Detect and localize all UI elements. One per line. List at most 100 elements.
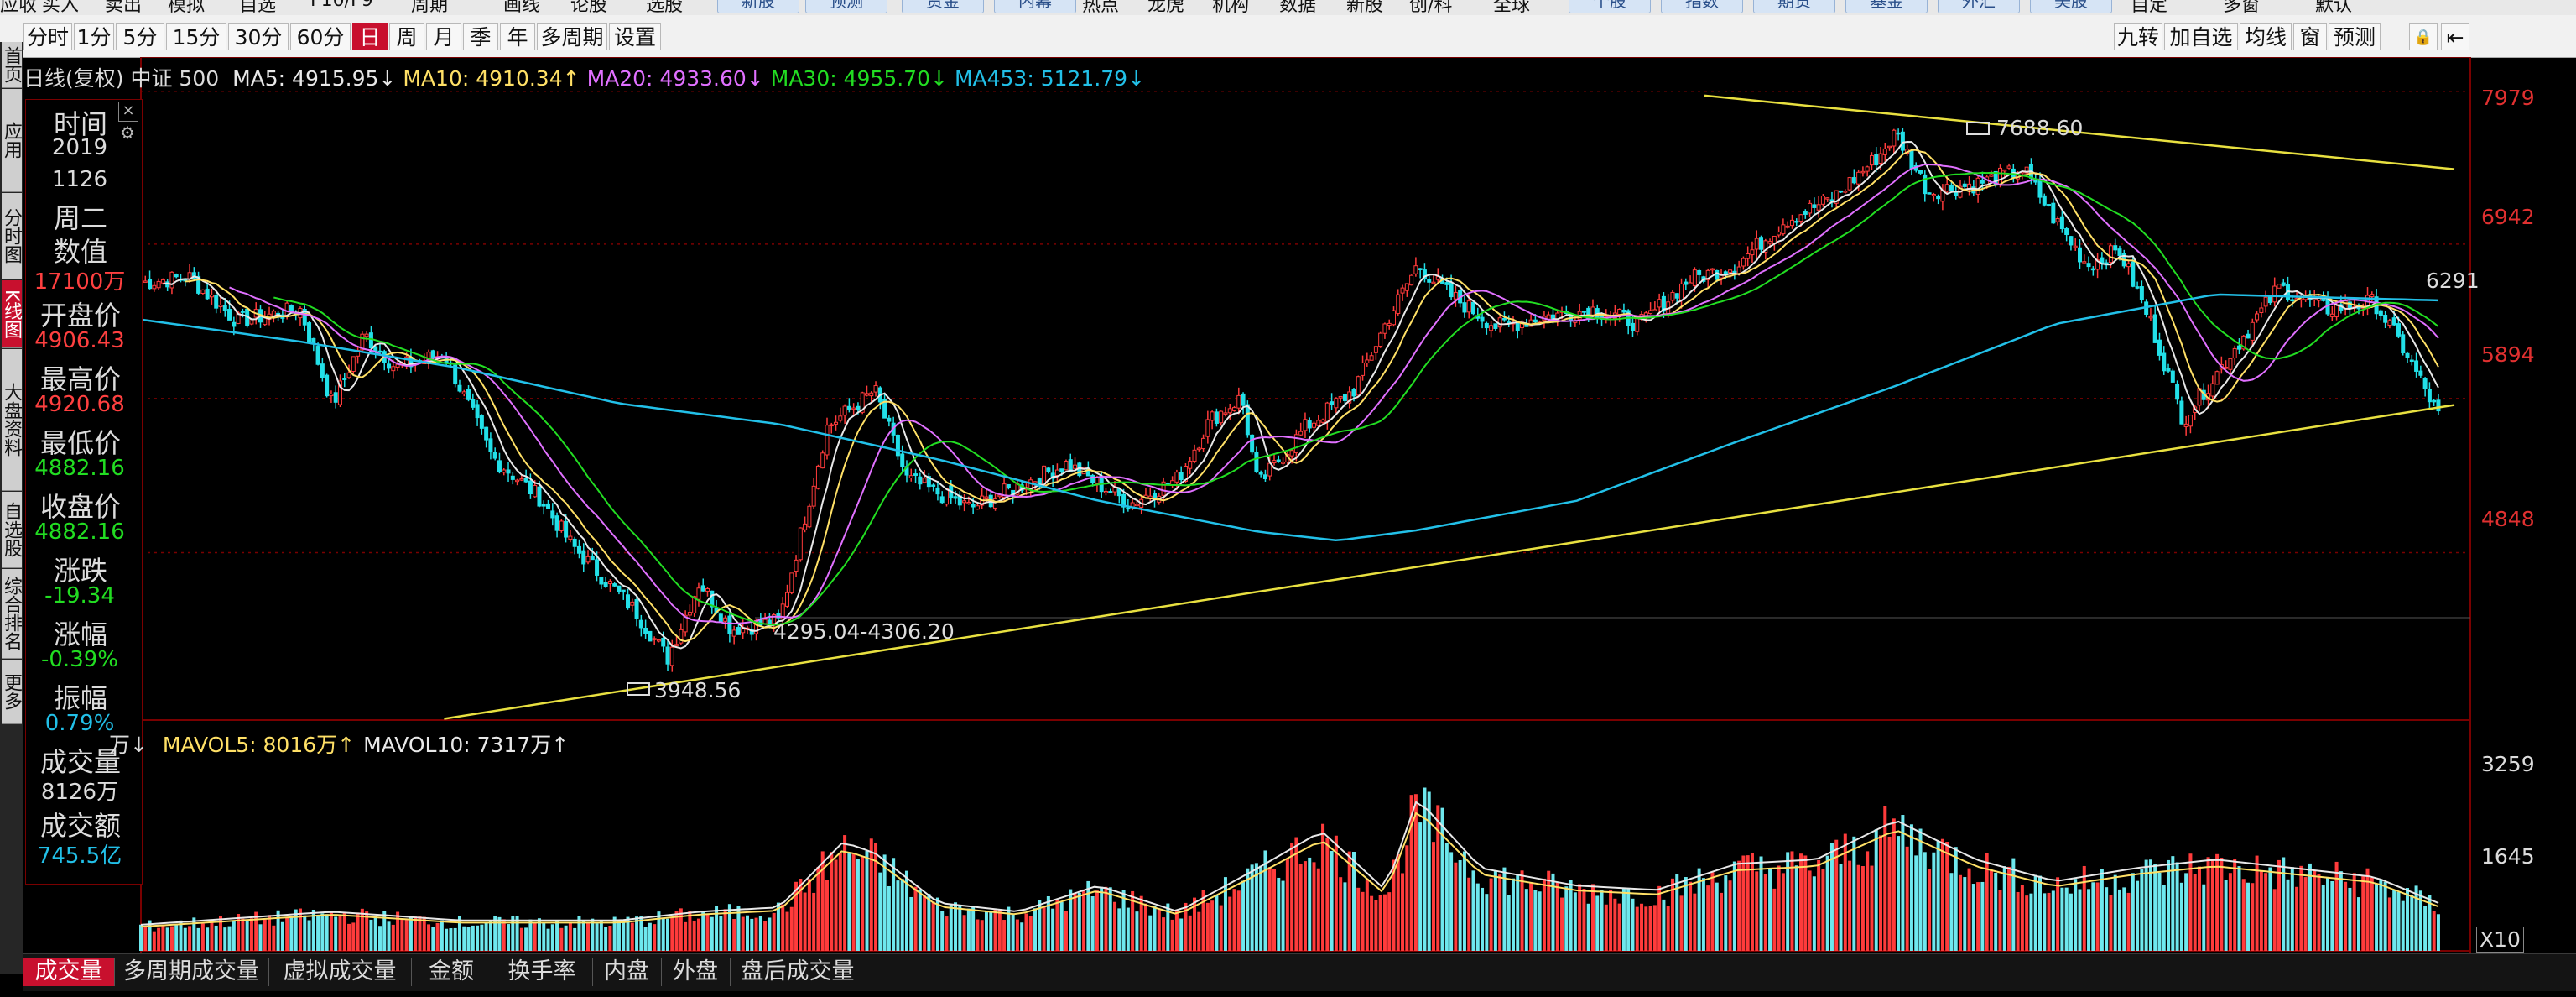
candle-body bbox=[2214, 371, 2220, 385]
top-menu-item-10[interactable]: 热点 bbox=[1082, 0, 1119, 15]
bottom-tab-7[interactable]: 盘后成交量 bbox=[730, 958, 866, 986]
top-menu-item-7[interactable]: 画线 bbox=[503, 0, 540, 15]
volume-bar bbox=[980, 920, 984, 951]
top-menu-item-9[interactable]: 选股 bbox=[646, 0, 683, 15]
volume-bar bbox=[237, 914, 241, 951]
top-menu-item-1[interactable]: 买入 bbox=[42, 0, 79, 15]
candle-body bbox=[2259, 307, 2264, 313]
period-tab-1[interactable]: 1分 bbox=[74, 23, 114, 50]
toolbar-tool-2[interactable]: 均线 bbox=[2240, 23, 2292, 50]
candle-body bbox=[1493, 323, 1498, 329]
volume-bar bbox=[945, 916, 949, 951]
lock-icon[interactable]: 🔒 bbox=[2409, 23, 2438, 50]
candle-body bbox=[148, 279, 153, 290]
period-tab-7[interactable]: 周 bbox=[389, 23, 424, 50]
candle-body bbox=[2290, 299, 2295, 302]
top-menu-item-19[interactable]: 默认 bbox=[2315, 0, 2352, 15]
volume-bar bbox=[869, 838, 873, 951]
toolbar-tool-0[interactable]: 九转 bbox=[2114, 23, 2162, 50]
candle-body bbox=[1382, 323, 1387, 334]
period-tab-9[interactable]: 季 bbox=[463, 23, 498, 50]
top-menu-button-4[interactable]: 个股 bbox=[1569, 0, 1651, 13]
candle-body bbox=[1334, 398, 1339, 409]
top-menu-button-1[interactable]: 预测 bbox=[805, 0, 887, 13]
candle-body bbox=[2334, 304, 2339, 317]
volume-bar bbox=[1117, 908, 1121, 951]
period-tab-0[interactable]: 分时 bbox=[23, 23, 72, 50]
top-menu-item-14[interactable]: 新股 bbox=[1346, 0, 1383, 15]
top-menu-item-12[interactable]: 机构 bbox=[1212, 0, 1249, 15]
volume-bar bbox=[2361, 876, 2365, 951]
top-menu-item-13[interactable]: 数据 bbox=[1279, 0, 1316, 15]
candle-body bbox=[607, 581, 612, 584]
volume-bar bbox=[758, 916, 762, 951]
candle-body bbox=[922, 478, 927, 483]
top-menu-button-8[interactable]: 外汇 bbox=[1938, 0, 2020, 13]
volume-bar bbox=[1467, 877, 1471, 951]
period-tab-11[interactable]: 多周期 bbox=[537, 23, 607, 50]
volume-bar bbox=[2326, 877, 2330, 951]
candle-body bbox=[1214, 411, 1219, 424]
period-tab-10[interactable]: 年 bbox=[500, 23, 535, 50]
top-menu-item-2[interactable]: 卖出 bbox=[105, 0, 142, 15]
top-menu-item-18[interactable]: 多窗 bbox=[2223, 0, 2260, 15]
top-menu-button-3[interactable]: 内幕 bbox=[994, 0, 1076, 13]
candle-body bbox=[634, 599, 639, 619]
top-menu-item-8[interactable]: 论股 bbox=[570, 0, 607, 15]
top-menu-item-6[interactable]: 周期 bbox=[411, 0, 448, 15]
toolbar-tool-4[interactable]: 预测 bbox=[2329, 23, 2381, 50]
top-menu-item-11[interactable]: 龙虎 bbox=[1147, 0, 1184, 15]
volume-bar bbox=[789, 906, 794, 951]
bottom-tab-4[interactable]: 换手率 bbox=[492, 958, 593, 986]
top-menu-item-5[interactable]: F10/F9 bbox=[310, 0, 373, 11]
top-menu-button-0[interactable]: 新股 bbox=[717, 0, 799, 13]
top-menu-button-5[interactable]: 指数 bbox=[1661, 0, 1743, 13]
period-tab-12[interactable]: 设置 bbox=[609, 23, 661, 50]
volume-bar bbox=[966, 908, 971, 951]
period-tab-2[interactable]: 5分 bbox=[116, 23, 164, 50]
volume-bar bbox=[984, 911, 988, 951]
bottom-tab-0[interactable]: 成交量 bbox=[23, 958, 115, 986]
volume-bar bbox=[1440, 807, 1444, 951]
candle-body bbox=[838, 415, 843, 421]
top-menu-item-15[interactable]: 创/科 bbox=[1409, 0, 1452, 15]
collapse-icon[interactable]: ⇤ bbox=[2441, 23, 2469, 50]
volume-bar bbox=[555, 921, 559, 951]
bottom-tab-2[interactable]: 虚拟成交量 bbox=[268, 958, 412, 986]
candle-body bbox=[2427, 389, 2432, 403]
volume-bar bbox=[1732, 861, 1736, 951]
volume-bar bbox=[2299, 865, 2303, 951]
candle-body bbox=[174, 274, 179, 278]
volume-bar bbox=[653, 924, 657, 951]
bottom-tab-1[interactable]: 多周期成交量 bbox=[114, 958, 269, 986]
volume-bar bbox=[1219, 905, 1223, 951]
period-tab-5[interactable]: 60分 bbox=[290, 23, 351, 50]
top-menu-button-9[interactable]: 美股 bbox=[2030, 0, 2112, 13]
bottom-tab-3[interactable]: 金额 bbox=[411, 958, 492, 986]
volume-bar bbox=[227, 926, 232, 951]
top-menu-item-3[interactable]: 模拟 bbox=[168, 0, 205, 15]
top-menu-item-17[interactable]: 自定 bbox=[2131, 0, 2167, 15]
bottom-tab-5[interactable]: 内盘 bbox=[592, 958, 662, 986]
toolbar-tool-1[interactable]: 加自选 bbox=[2164, 23, 2238, 50]
kline-chart[interactable] bbox=[0, 57, 2576, 953]
period-tab-8[interactable]: 月 bbox=[426, 23, 461, 50]
top-menu-button-2[interactable]: 资金 bbox=[902, 0, 984, 13]
bottom-tab-6[interactable]: 外盘 bbox=[661, 958, 731, 986]
period-tab-4[interactable]: 30分 bbox=[228, 23, 289, 50]
period-tab-6[interactable]: 日 bbox=[352, 23, 388, 50]
top-menu-button-6[interactable]: 期货 bbox=[1753, 0, 1835, 13]
volume-bar bbox=[971, 906, 976, 951]
top-menu-item-4[interactable]: 自选 bbox=[239, 0, 276, 15]
top-menu-item-0[interactable]: 应收 bbox=[0, 0, 37, 15]
top-menu-button-7[interactable]: 基金 bbox=[1845, 0, 1928, 13]
top-menu-item-16[interactable]: 全球 bbox=[1493, 0, 1530, 15]
candle-body bbox=[488, 438, 493, 452]
volume-bar bbox=[989, 911, 993, 951]
toolbar-tool-3[interactable]: 窗 bbox=[2293, 23, 2327, 50]
volume-bar bbox=[2224, 880, 2228, 951]
volume-bar bbox=[931, 901, 935, 951]
volume-bar bbox=[307, 920, 311, 951]
period-tab-3[interactable]: 15分 bbox=[166, 23, 226, 50]
volume-bar bbox=[2282, 857, 2286, 951]
